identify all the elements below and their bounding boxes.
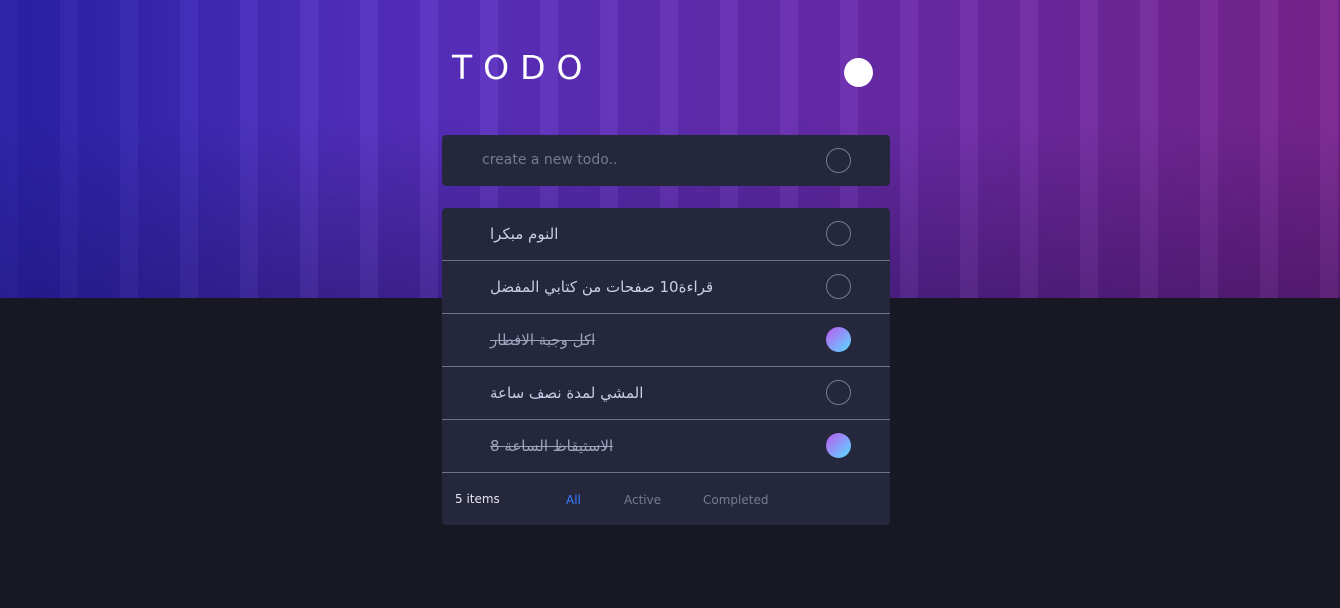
todo-item-text: اكل وجبة الافطار xyxy=(490,331,596,349)
todo-item-text: المشي لمدة نصف ساعة xyxy=(490,384,644,402)
todo-item-text: النوم مبكرا xyxy=(490,225,559,243)
filter-active-button[interactable]: Active xyxy=(624,493,661,507)
todo-item-completed[interactable]: الاستيقاظ الساعة 8 xyxy=(442,420,890,473)
todo-check-circle-icon[interactable] xyxy=(826,274,851,299)
filter-completed-button[interactable]: Completed xyxy=(703,493,768,507)
header-image-shade xyxy=(0,0,330,298)
todo-check-circle-icon[interactable] xyxy=(826,380,851,405)
items-count: 5 items xyxy=(455,492,500,506)
todo-item[interactable]: المشي لمدة نصف ساعة xyxy=(442,367,890,420)
todo-item-completed[interactable]: اكل وجبة الافطار xyxy=(442,314,890,367)
todo-checked-circle-icon[interactable] xyxy=(826,327,851,352)
new-todo-input[interactable] xyxy=(482,147,822,173)
new-todo-check-circle-icon[interactable] xyxy=(826,148,851,173)
filter-all-button[interactable]: All xyxy=(566,493,581,507)
todo-item[interactable]: قراءة10 صفحات من كتابي المفضل xyxy=(442,261,890,314)
todo-item[interactable]: النوم مبكرا xyxy=(442,208,890,261)
app-title: TODO xyxy=(452,48,594,87)
new-todo-card xyxy=(442,135,890,186)
todo-checked-circle-icon[interactable] xyxy=(826,433,851,458)
todo-check-circle-icon[interactable] xyxy=(826,221,851,246)
todo-item-text: الاستيقاظ الساعة 8 xyxy=(490,437,614,455)
todo-footer: 5 items All Active Completed xyxy=(442,472,890,525)
theme-toggle-icon[interactable] xyxy=(844,58,873,87)
todo-list: النوم مبكرا قراءة10 صفحات من كتابي المفض… xyxy=(442,208,890,525)
todo-item-text: قراءة10 صفحات من كتابي المفضل xyxy=(490,278,714,296)
